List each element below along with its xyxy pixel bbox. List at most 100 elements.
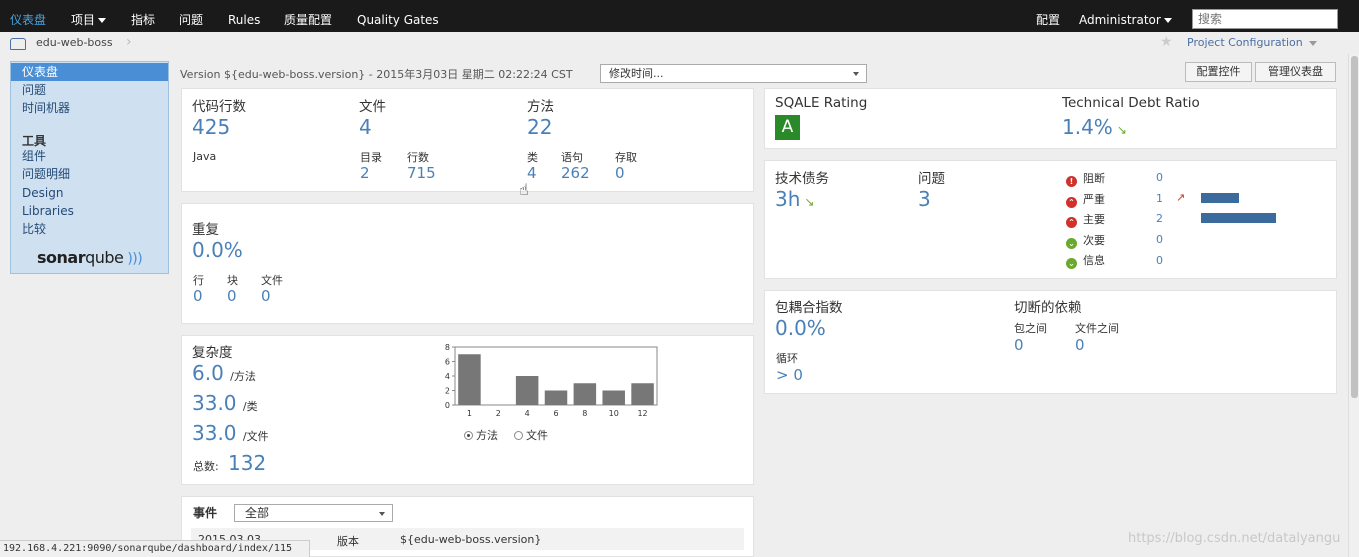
- files-value[interactable]: 4: [359, 115, 372, 139]
- nav-measures[interactable]: 指标: [131, 0, 155, 32]
- size-widget: [181, 88, 754, 192]
- complexity-per-function[interactable]: 6.0 /方法: [192, 361, 256, 385]
- scrollbar[interactable]: [1348, 54, 1359, 557]
- breadcrumb-project[interactable]: edu-web-boss: [36, 36, 113, 49]
- x-tick-label: 6: [553, 409, 558, 418]
- radio-file[interactable]: 文件: [514, 427, 548, 443]
- loc-label: 代码行数: [192, 99, 246, 115]
- nav-rules[interactable]: Rules: [228, 0, 260, 32]
- search-input[interactable]: [1192, 9, 1338, 29]
- severity-minor[interactable]: ⌄ 次要: [1066, 232, 1105, 249]
- loc-value[interactable]: 425: [192, 115, 230, 139]
- nav-quality-gates[interactable]: Quality Gates: [357, 0, 439, 32]
- nav-dashboard[interactable]: 仪表盘: [10, 0, 46, 32]
- chevron-down-icon: [379, 512, 385, 516]
- user-menu[interactable]: Administrator: [1079, 0, 1172, 32]
- severity-blocker[interactable]: ! 阻断: [1066, 170, 1105, 187]
- language-label: Java: [193, 150, 217, 163]
- nav-issues[interactable]: 问题: [179, 0, 203, 32]
- files-label: 文件: [359, 99, 386, 115]
- events-filter-select[interactable]: 全部: [234, 504, 393, 522]
- nav-projects[interactable]: 项目: [71, 0, 107, 32]
- between-files-label: 文件之间: [1075, 322, 1119, 335]
- breadcrumb: edu-web-boss › ★ Project Configuration: [0, 32, 1359, 54]
- project-icon: [10, 38, 26, 50]
- sidebar-item-dashboard[interactable]: 仪表盘: [11, 63, 168, 81]
- between-files-value[interactable]: 0: [1075, 336, 1085, 354]
- lines-value[interactable]: 715: [407, 164, 436, 182]
- blocker-icon: !: [1066, 176, 1077, 187]
- major-count[interactable]: 2: [1156, 212, 1163, 225]
- severity-major[interactable]: ⌃ 主要: [1066, 211, 1105, 228]
- status-bar-url: 192.168.4.221:9090/sonarqube/dashboard/i…: [0, 540, 310, 557]
- sidebar-item-issues-drilldown[interactable]: 问题明细: [11, 165, 168, 183]
- dup-blocks-label: 块: [227, 274, 238, 287]
- favorite-star-icon[interactable]: ★: [1160, 34, 1173, 50]
- sidebar-item-design[interactable]: Design: [11, 184, 168, 202]
- accessors-value[interactable]: 0: [615, 164, 625, 182]
- issues-label: 问题: [918, 171, 945, 187]
- functions-value[interactable]: 22: [527, 115, 552, 139]
- complexity-label: 复杂度: [192, 345, 233, 361]
- x-tick-label: 10: [609, 409, 619, 418]
- dup-lines-value[interactable]: 0: [193, 287, 203, 305]
- duplications-value[interactable]: 0.0%: [192, 238, 243, 262]
- sidebar-item-libraries[interactable]: Libraries: [11, 202, 168, 220]
- bar: [602, 390, 625, 405]
- complexity-per-file[interactable]: 33.0 /文件: [192, 421, 269, 445]
- project-configuration-menu[interactable]: Project Configuration: [1187, 36, 1318, 49]
- sidebar-item-compare[interactable]: 比较: [11, 220, 168, 238]
- chevron-down-icon: [1309, 40, 1318, 46]
- sidebar-item-time-machine[interactable]: 时间机器: [11, 99, 168, 117]
- nav-settings[interactable]: 配置: [1036, 0, 1060, 32]
- dup-files-label: 文件: [261, 274, 283, 287]
- x-tick-label: 4: [525, 409, 530, 418]
- event-type: 版本: [337, 535, 359, 548]
- scrollbar-thumb[interactable]: [1351, 56, 1358, 398]
- chevron-down-icon: [853, 72, 859, 76]
- trend-up-icon: ↗: [1176, 191, 1186, 204]
- severity-critical[interactable]: ⌃ 严重: [1066, 191, 1105, 208]
- critical-count[interactable]: 1: [1156, 192, 1163, 205]
- radio-function[interactable]: 方法: [464, 427, 498, 443]
- severity-info[interactable]: ⌄ 信息: [1066, 252, 1105, 269]
- tangle-value[interactable]: 0.0%: [775, 316, 826, 340]
- nav-quality-profiles[interactable]: 质量配置: [284, 0, 332, 32]
- dup-files-value[interactable]: 0: [261, 287, 271, 305]
- y-tick-label: 8: [445, 343, 450, 352]
- blocker-count[interactable]: 0: [1156, 171, 1163, 184]
- tech-debt-value[interactable]: 3h ↘: [775, 187, 814, 211]
- between-packages-value[interactable]: 0: [1014, 336, 1024, 354]
- cycles-value[interactable]: > 0: [776, 366, 803, 384]
- trend-down-icon: ↘: [1116, 123, 1127, 137]
- minor-count[interactable]: 0: [1156, 233, 1163, 246]
- complexity-total-value[interactable]: 132: [228, 451, 266, 475]
- critical-icon: ⌃: [1066, 197, 1077, 208]
- sidebar-item-issues[interactable]: 问题: [11, 81, 168, 99]
- statements-value[interactable]: 262: [561, 164, 590, 182]
- sqale-rating-badge[interactable]: A: [775, 115, 800, 140]
- complexity-per-class[interactable]: 33.0 /类: [192, 391, 258, 415]
- hand-cursor-icon: ☝: [519, 180, 529, 199]
- debt-ratio-label: Technical Debt Ratio: [1062, 95, 1200, 111]
- complexity-distribution-chart: 024681 2 4 6 8 10 12: [445, 343, 658, 418]
- configure-widgets-button[interactable]: 配置控件: [1185, 62, 1252, 82]
- y-tick-label: 2: [445, 387, 450, 396]
- dup-blocks-value[interactable]: 0: [227, 287, 237, 305]
- directories-value[interactable]: 2: [360, 164, 370, 182]
- events-label: 事件: [193, 506, 218, 520]
- lines-label: 行数: [407, 151, 429, 164]
- sidebar-item-components[interactable]: 组件: [11, 147, 168, 165]
- issues-value[interactable]: 3: [918, 187, 931, 211]
- top-nav: 仪表盘 项目 指标 问题 Rules 质量配置 Quality Gates 配置…: [0, 0, 1359, 32]
- dup-lines-label: 行: [193, 274, 204, 287]
- bar: [573, 383, 597, 405]
- info-count[interactable]: 0: [1156, 254, 1163, 267]
- debt-ratio-value[interactable]: 1.4% ↘: [1062, 115, 1127, 139]
- y-tick-label: 0: [445, 401, 450, 410]
- bar: [515, 376, 539, 405]
- accessors-label: 存取: [615, 151, 637, 164]
- y-tick-label: 4: [445, 372, 450, 381]
- period-select[interactable]: 修改时间...: [600, 64, 867, 83]
- manage-dashboards-button[interactable]: 管理仪表盘: [1255, 62, 1336, 82]
